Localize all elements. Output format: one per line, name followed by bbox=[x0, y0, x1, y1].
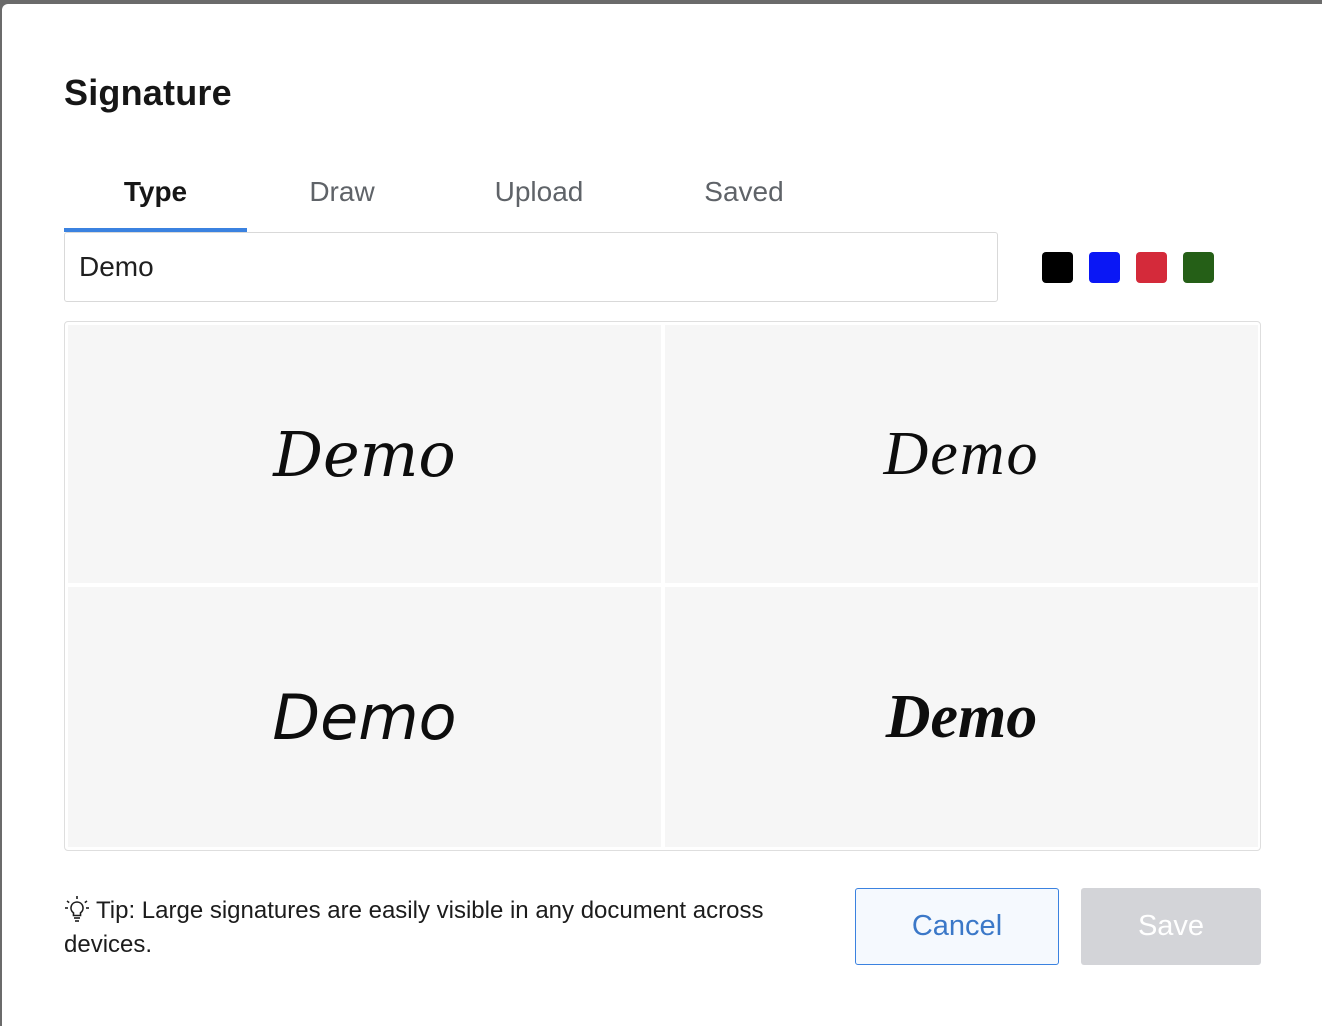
color-swatch-green[interactable] bbox=[1183, 252, 1214, 283]
signature-preview-text: Demo bbox=[885, 682, 1038, 751]
signature-option-3[interactable]: Demo bbox=[68, 587, 661, 847]
color-swatch-blue[interactable] bbox=[1089, 252, 1120, 283]
signature-name-input[interactable] bbox=[64, 232, 998, 302]
color-swatch-red[interactable] bbox=[1136, 252, 1167, 283]
save-button[interactable]: Save bbox=[1081, 888, 1261, 965]
tab-type[interactable]: Type bbox=[64, 170, 247, 232]
signature-preview-text: Demo bbox=[272, 680, 457, 754]
signature-option-1[interactable]: Demo bbox=[68, 325, 661, 583]
tip-message: Tip: Large signatures are easily visible… bbox=[64, 894, 784, 962]
color-swatch-black[interactable] bbox=[1042, 252, 1073, 283]
signature-option-2[interactable]: Demo bbox=[665, 325, 1258, 583]
tab-saved[interactable]: Saved bbox=[674, 170, 814, 232]
signature-options-grid: Demo Demo Demo Demo bbox=[64, 321, 1261, 851]
signature-preview-text: Demo bbox=[273, 417, 456, 491]
signature-dialog: Signature Type Draw Upload Saved Demo De… bbox=[2, 4, 1322, 1026]
signature-tabs: Type Draw Upload Saved bbox=[64, 170, 864, 232]
tab-upload[interactable]: Upload bbox=[464, 170, 614, 232]
lightbulb-icon bbox=[64, 895, 90, 923]
signature-preview-text: Demo bbox=[883, 419, 1040, 488]
signature-option-4[interactable]: Demo bbox=[665, 587, 1258, 847]
cancel-button[interactable]: Cancel bbox=[855, 888, 1059, 965]
tab-draw[interactable]: Draw bbox=[272, 170, 412, 232]
dialog-title: Signature bbox=[64, 72, 232, 113]
tip-text: Tip: Large signatures are easily visible… bbox=[64, 897, 764, 958]
